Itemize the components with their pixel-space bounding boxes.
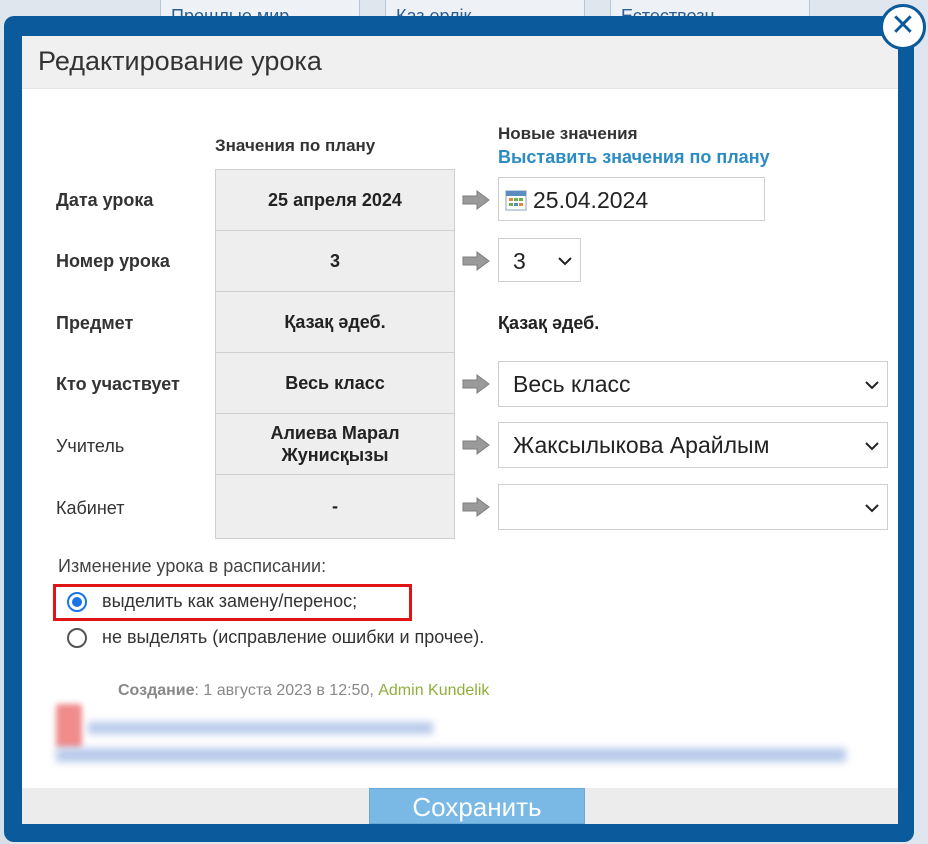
creation-info: Создание: 1 августа 2023 в 12:50, Admin … xyxy=(118,682,490,699)
teacher-select[interactable]: Жаксылыкова Арайлым xyxy=(498,422,888,468)
modal-body: Редактирование урока Значения по плану Н… xyxy=(22,36,898,824)
plan-participants: Весь класс xyxy=(216,353,454,414)
chevron-down-icon xyxy=(865,381,879,390)
plan-values-column: 25 апреля 2024 3 Қазақ әдеб. Весь класс … xyxy=(215,169,455,539)
save-button[interactable]: Сохранить xyxy=(369,788,585,824)
label-teacher: Учитель xyxy=(56,436,125,456)
creation-label: Создание xyxy=(118,682,195,699)
copy-arrow-icon[interactable] xyxy=(462,435,490,455)
copy-arrow-icon[interactable] xyxy=(462,190,490,210)
creation-date: 1 августа 2023 в 12:50, xyxy=(203,682,374,699)
modal-titlebar: Редактирование урока xyxy=(22,36,898,89)
plan-teacher: Алиева Марал Жунисқызы xyxy=(216,414,454,475)
radio-do-not-mark[interactable] xyxy=(67,628,87,648)
calendar-icon[interactable] xyxy=(505,189,527,211)
label-participants: Кто участвует xyxy=(56,374,180,394)
redacted-text-line xyxy=(88,722,433,734)
copy-arrow-icon[interactable] xyxy=(462,374,490,394)
modal-footer: Сохранить xyxy=(22,788,898,824)
copy-arrow-icon[interactable] xyxy=(462,251,490,271)
plan-subject: Қазақ әдеб. xyxy=(216,292,454,353)
label-subject: Предмет xyxy=(56,313,134,333)
copy-arrow-icon[interactable] xyxy=(462,497,490,517)
label-room: Кабинет xyxy=(56,498,125,518)
lesson-date-value: 25.04.2024 xyxy=(533,187,649,213)
radio-label-mark-as-replacement[interactable]: выделить как замену/перенос; xyxy=(102,591,357,612)
plan-lesson-date: 25 апреля 2024 xyxy=(216,170,454,231)
redacted-text-line xyxy=(56,748,846,762)
chevron-down-icon xyxy=(865,442,879,451)
lesson-date-input[interactable]: 25.04.2024 xyxy=(498,177,765,221)
label-lesson-date: Дата урока xyxy=(56,190,154,210)
teacher-value: Жаксылыкова Арайлым xyxy=(513,432,770,458)
lesson-number-select[interactable]: 3 xyxy=(498,238,581,282)
chevron-down-icon xyxy=(558,257,572,266)
edit-lesson-modal: Редактирование урока Значения по плану Н… xyxy=(4,16,914,842)
lesson-number-value: 3 xyxy=(513,248,526,274)
redacted-badge xyxy=(56,704,82,748)
participants-value: Весь класс xyxy=(513,371,631,397)
participants-select[interactable]: Весь класс xyxy=(498,361,888,407)
new-values-header: Новые значения xyxy=(498,124,638,143)
modal-title: Редактирование урока xyxy=(38,46,322,76)
subject-value: Қазақ әдеб. xyxy=(498,313,600,333)
schedule-change-title: Изменение урока в расписании: xyxy=(58,556,327,576)
set-plan-values-link[interactable]: Выставить значения по плану xyxy=(498,147,770,168)
plan-values-header: Значения по плану xyxy=(215,136,376,155)
close-icon[interactable]: ✕ xyxy=(880,4,926,50)
radio-label-do-not-mark[interactable]: не выделять (исправление ошибки и прочее… xyxy=(102,627,484,648)
creation-author-link[interactable]: Admin Kundelik xyxy=(378,682,489,699)
room-select[interactable] xyxy=(498,484,888,530)
radio-mark-as-replacement[interactable] xyxy=(67,592,87,612)
plan-lesson-number: 3 xyxy=(216,231,454,292)
chevron-down-icon xyxy=(865,504,879,513)
label-lesson-number: Номер урока xyxy=(56,251,170,271)
plan-room: - xyxy=(332,495,338,516)
